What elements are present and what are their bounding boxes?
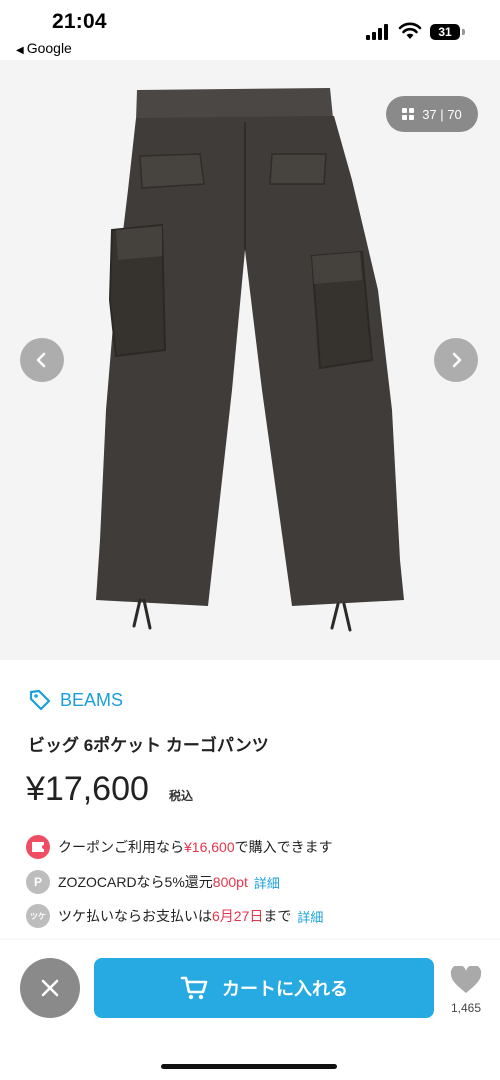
coupon-amount: ¥16,600 [184, 839, 235, 855]
coupon-prefix: クーポンご利用なら [58, 839, 184, 855]
grid-icon [402, 108, 415, 120]
tsuke-prefix: ツケ払いならお支払いは [58, 908, 212, 924]
coupon-suffix: で購入できます [234, 839, 333, 855]
chevron-right-icon [452, 352, 462, 368]
points-icon: P [26, 870, 50, 894]
favorite-count: 1,465 [450, 1001, 482, 1015]
cart-icon [180, 976, 208, 1000]
tax-label: 税込 [169, 789, 194, 803]
product-image-gallery[interactable]: 37 | 70 [0, 60, 500, 660]
favorite-button[interactable]: 1,465 [446, 964, 486, 1015]
add-to-cart-button[interactable]: カートに入れる [94, 958, 434, 1018]
product-price: ¥17,600 [26, 770, 149, 808]
brand-link[interactable]: BEAMS [28, 688, 123, 712]
tag-icon [29, 689, 51, 711]
next-image-button[interactable] [434, 338, 478, 382]
product-title: ビッグ 6ポケット カーゴパンツ [28, 736, 269, 755]
brand-name: BEAMS [60, 689, 124, 710]
tsuke-icon: ツケ [26, 904, 50, 928]
tsuke-suffix: まで [263, 908, 292, 924]
zozocard-detail-link[interactable]: 詳細 [254, 873, 280, 892]
zozocard-info: P ZOZOCARDなら5%還元 800pt 詳細 [26, 870, 280, 894]
image-counter[interactable]: 37 | 70 [386, 96, 478, 132]
product-image [96, 88, 404, 632]
status-bar: 21:04 ◀ Google 31 [0, 0, 500, 60]
back-to-app-link[interactable]: ◀ Google [16, 40, 72, 56]
tsuke-detail-link[interactable]: 詳細 [297, 907, 323, 926]
zozocard-points: 800pt [212, 874, 248, 890]
tsuke-info: ツケ ツケ払いならお支払いは 6月27日 まで 詳細 [26, 904, 323, 928]
heart-icon [450, 964, 482, 993]
add-to-cart-label: カートに入れる [222, 979, 348, 999]
wifi-icon [398, 22, 422, 39]
status-time: 21:04 [52, 10, 107, 33]
coupon-info[interactable]: クーポンご利用なら ¥16,600 で購入できます [26, 835, 333, 859]
close-icon [41, 979, 59, 997]
image-current: 37 [422, 106, 437, 122]
image-separator: | [440, 106, 444, 122]
chevron-left-icon [36, 352, 46, 368]
home-indicator[interactable] [161, 1064, 337, 1069]
previous-image-button[interactable] [20, 338, 64, 382]
signal-icon [366, 24, 388, 40]
back-app-label: Google [26, 40, 72, 56]
image-total: 70 [447, 106, 462, 122]
tsuke-date: 6月27日 [212, 908, 264, 924]
coupon-icon [26, 835, 50, 859]
bottom-action-bar: カートに入れる 1,465 [0, 940, 500, 1080]
close-button[interactable] [20, 958, 80, 1018]
battery-icon: 31 [430, 24, 460, 40]
zozocard-prefix: ZOZOCARDなら5%還元 [58, 874, 213, 890]
back-triangle-icon: ◀ [16, 45, 24, 56]
image-counter-text: 37 | 70 [422, 107, 462, 122]
battery-tip [462, 29, 465, 35]
